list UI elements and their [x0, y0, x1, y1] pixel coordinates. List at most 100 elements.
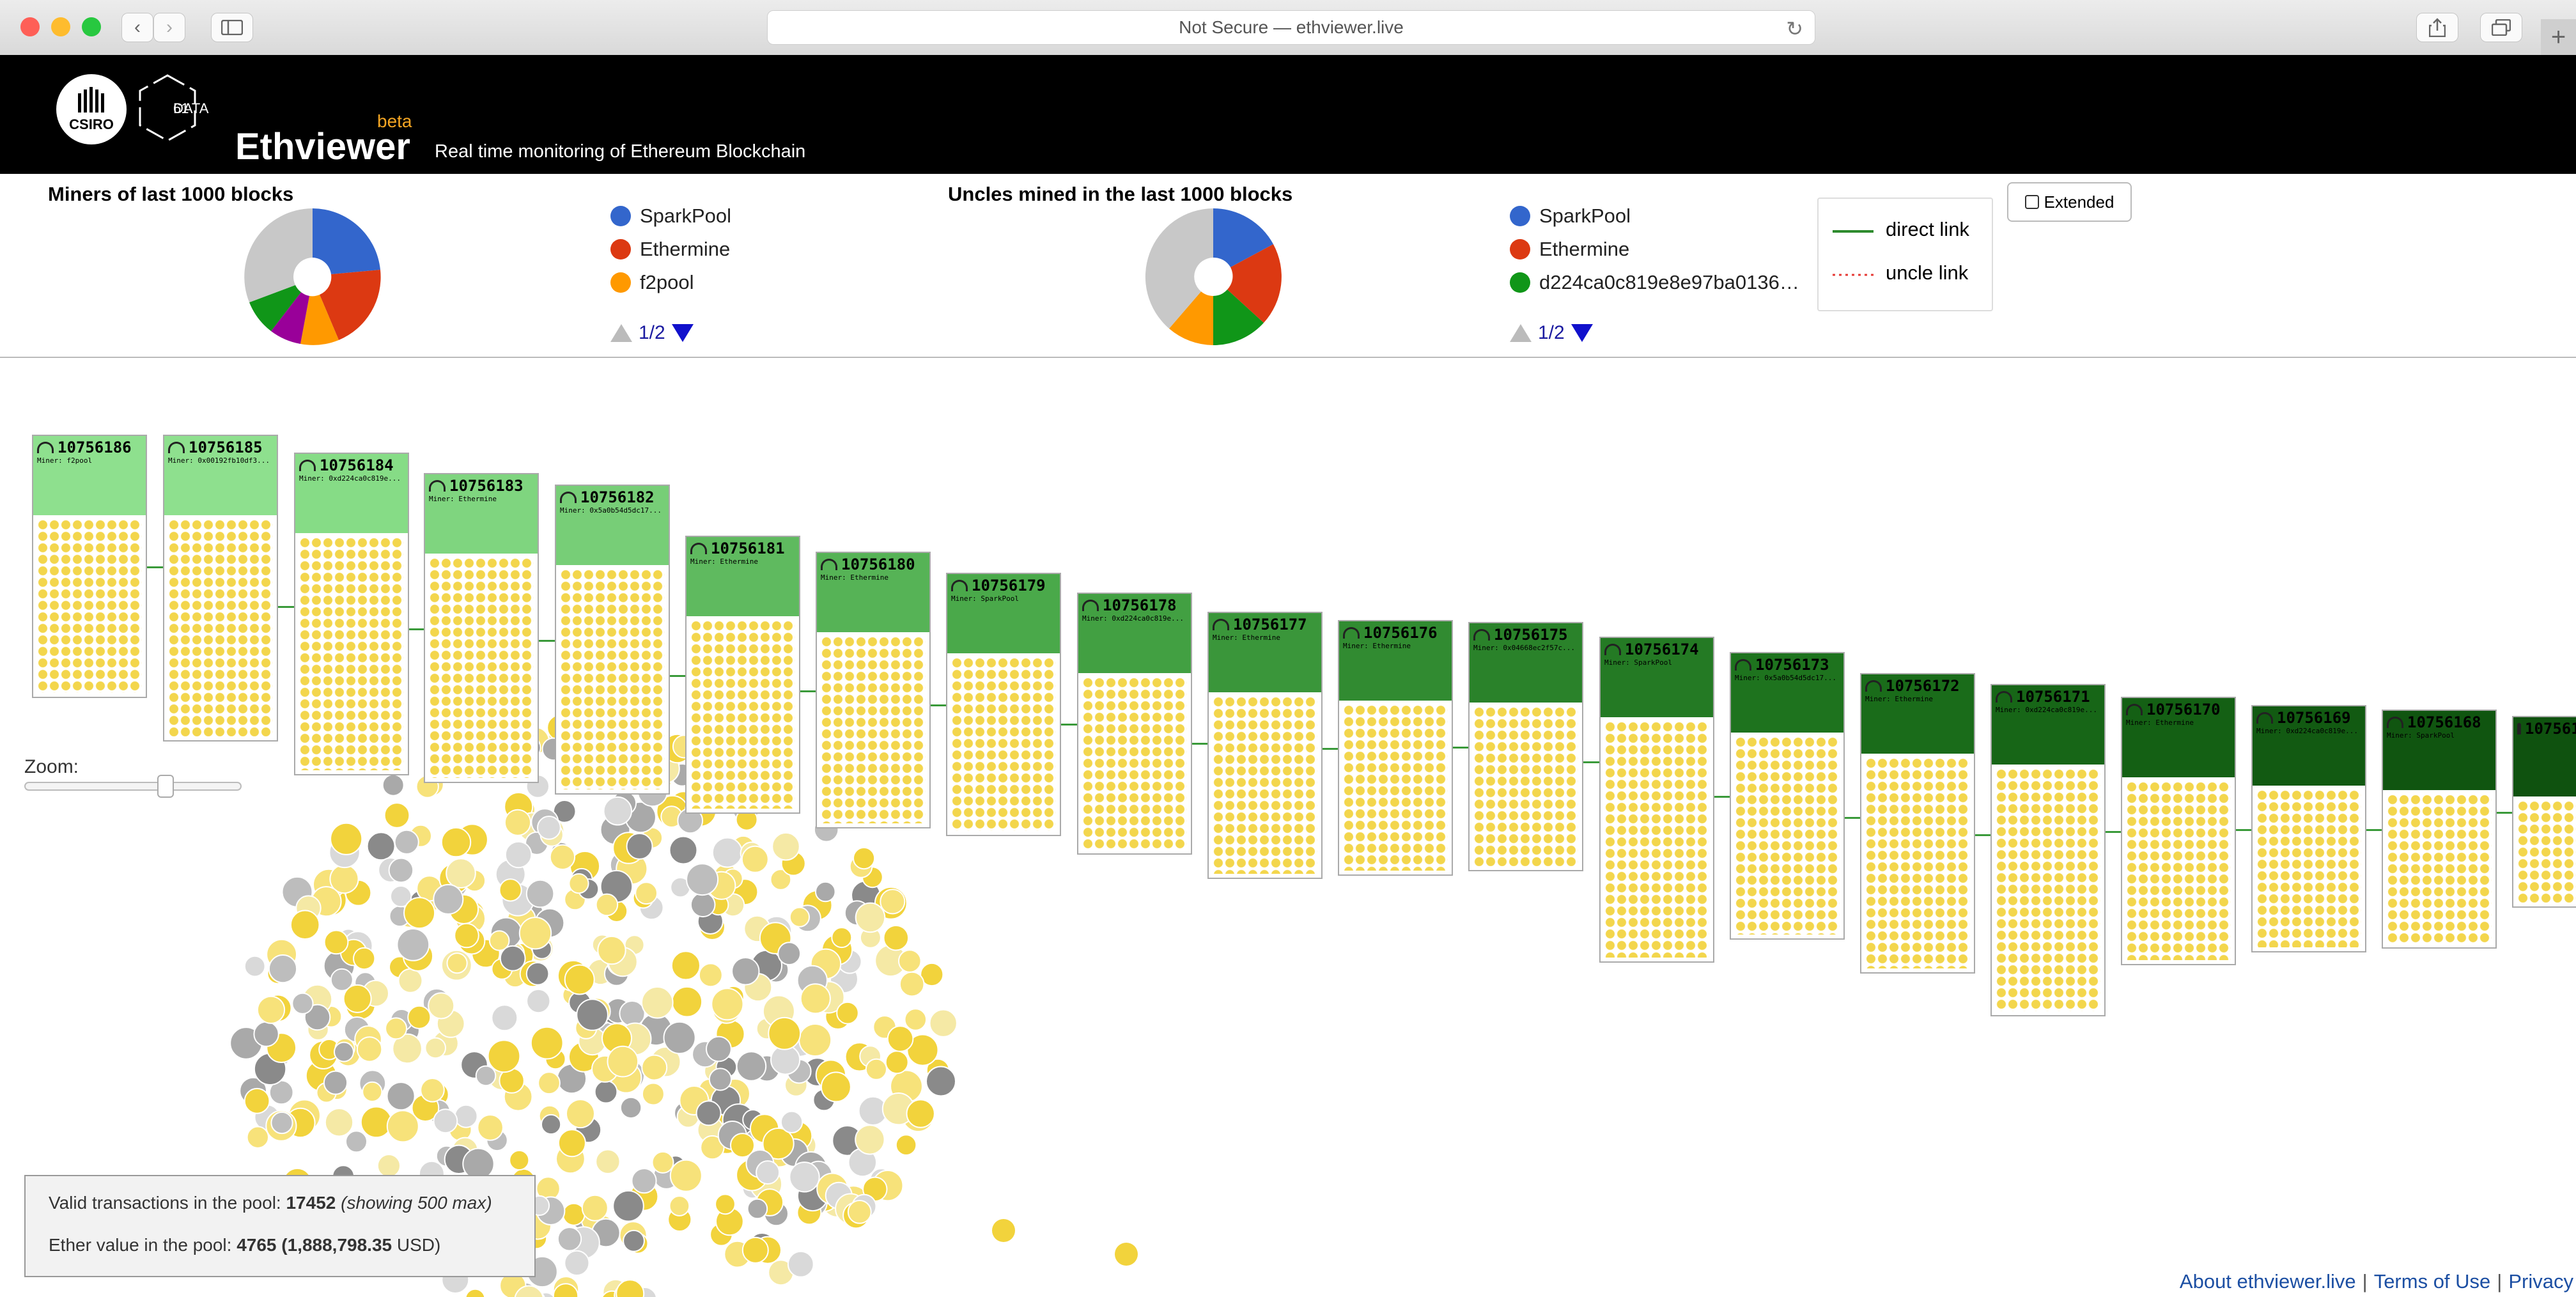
transaction-bubble[interactable]: [491, 1004, 518, 1032]
transaction-bubble[interactable]: [256, 995, 286, 1024]
transaction-bubble[interactable]: [747, 1198, 768, 1220]
transaction-bubble[interactable]: [323, 1070, 348, 1095]
transaction-bubble[interactable]: [446, 858, 476, 889]
transaction-bubble[interactable]: [253, 1021, 279, 1047]
transaction-bubble[interactable]: [904, 1008, 927, 1031]
block-card[interactable]: 10756173 Miner: 0x5a0b54d5dc17...: [1730, 652, 1845, 940]
transaction-bubble[interactable]: [538, 1071, 561, 1095]
transaction-bubble[interactable]: [268, 954, 298, 984]
transaction-bubble[interactable]: [992, 1219, 1015, 1242]
transaction-bubble[interactable]: [772, 832, 800, 861]
transaction-bubble[interactable]: [612, 1190, 644, 1222]
transaction-bubble[interactable]: [820, 1071, 851, 1103]
page-up-icon[interactable]: [610, 324, 632, 342]
block-card[interactable]: 10756186 Miner: f2pool: [32, 435, 147, 698]
transaction-bubble[interactable]: [518, 917, 552, 950]
address-bar[interactable]: Not Secure — ethviewer.live ↻: [767, 10, 1815, 45]
transaction-bubble[interactable]: [595, 893, 619, 917]
page-up-icon[interactable]: [1510, 324, 1532, 342]
transaction-bubble[interactable]: [855, 902, 886, 933]
transaction-bubble[interactable]: [815, 881, 836, 903]
forward-button[interactable]: ›: [153, 13, 185, 42]
block-card[interactable]: 10756167: [2512, 716, 2576, 908]
transaction-bubble[interactable]: [244, 1087, 270, 1114]
block-card[interactable]: 10756170 Miner: Ethermine: [2121, 697, 2236, 965]
block-card[interactable]: 10756181 Miner: Ethermine: [685, 536, 800, 814]
sidebar-button[interactable]: [211, 13, 253, 42]
transaction-bubble[interactable]: [641, 1054, 668, 1081]
transaction-bubble[interactable]: [385, 1017, 408, 1040]
transaction-bubble[interactable]: [465, 1288, 486, 1297]
transaction-bubble[interactable]: [741, 845, 769, 873]
transaction-bubble[interactable]: [635, 881, 658, 905]
transaction-bubble[interactable]: [623, 1229, 645, 1252]
transaction-bubble[interactable]: [360, 1106, 392, 1138]
transaction-bubble[interactable]: [695, 1100, 722, 1126]
data61-logo[interactable]: DATA 61: [137, 73, 208, 143]
transaction-bubble[interactable]: [398, 968, 423, 993]
transaction-bubble[interactable]: [698, 963, 723, 988]
transaction-bubble[interactable]: [330, 822, 363, 855]
transaction-bubble[interactable]: [386, 1082, 415, 1111]
transaction-bubble[interactable]: [631, 1168, 657, 1194]
transaction-bubble[interactable]: [899, 971, 925, 997]
transaction-bubble[interactable]: [475, 1065, 497, 1087]
transaction-bubble[interactable]: [756, 1160, 780, 1185]
about-link[interactable]: About ethviewer.live: [2180, 1270, 2356, 1293]
transaction-bubble[interactable]: [291, 992, 314, 1014]
transaction-bubble[interactable]: [715, 1193, 736, 1215]
transaction-bubble[interactable]: [362, 1081, 383, 1103]
transaction-bubble[interactable]: [564, 964, 595, 995]
block-card[interactable]: 10756176 Miner: Ethermine: [1338, 620, 1453, 876]
transaction-bubble[interactable]: [499, 878, 522, 902]
transaction-bubble[interactable]: [847, 1200, 872, 1224]
transaction-bubble[interactable]: [566, 1099, 595, 1129]
transaction-bubble[interactable]: [619, 1096, 642, 1119]
uncles-legend-item[interactable]: Ethermine: [1510, 238, 1629, 261]
transaction-bubble[interactable]: [686, 863, 719, 896]
transaction-bubble[interactable]: [619, 1000, 646, 1027]
close-window-button[interactable]: [20, 17, 40, 36]
transaction-bubble[interactable]: [557, 1129, 586, 1158]
block-card[interactable]: 10756183 Miner: Ethermine: [424, 473, 539, 783]
maximize-window-button[interactable]: [82, 17, 101, 36]
transaction-bubble[interactable]: [607, 1045, 639, 1078]
transaction-bubble[interactable]: [576, 998, 609, 1031]
transaction-bubble[interactable]: [906, 1099, 935, 1128]
transaction-bubble[interactable]: [1115, 1243, 1138, 1266]
transaction-bubble[interactable]: [353, 947, 376, 970]
transaction-bubble[interactable]: [669, 835, 698, 865]
block-card[interactable]: 10756178 Miner: 0xd224ca0c819e...: [1077, 593, 1192, 855]
transaction-bubble[interactable]: [537, 816, 561, 840]
block-card[interactable]: 10756182 Miner: 0x5a0b54d5dc17...: [555, 485, 670, 795]
transaction-bubble[interactable]: [244, 955, 266, 977]
extended-toggle[interactable]: Extended: [2007, 182, 2132, 222]
transaction-bubble[interactable]: [433, 883, 464, 915]
share-button[interactable]: [2416, 13, 2458, 42]
transaction-bubble[interactable]: [690, 892, 716, 918]
transaction-bubble[interactable]: [564, 1250, 590, 1277]
transaction-bubble[interactable]: [386, 1110, 419, 1143]
transaction-bubble[interactable]: [526, 988, 551, 1014]
csiro-logo[interactable]: CSIRO: [56, 74, 127, 144]
reload-icon[interactable]: ↻: [1786, 17, 1803, 41]
transaction-bubble[interactable]: [525, 962, 550, 986]
transaction-bubble[interactable]: [403, 897, 436, 929]
transaction-bubble[interactable]: [595, 1149, 621, 1174]
transaction-bubble[interactable]: [376, 1154, 401, 1178]
transaction-bubble[interactable]: [541, 1114, 562, 1135]
transaction-bubble[interactable]: [433, 1108, 458, 1134]
uncles-legend-item[interactable]: d224ca0c819e8e97ba0136…: [1510, 271, 1799, 294]
transaction-bubble[interactable]: [898, 949, 922, 973]
block-card[interactable]: 10756175 Miner: 0x04668ec2f57c...: [1468, 622, 1583, 871]
transaction-bubble[interactable]: [798, 1023, 832, 1057]
block-card[interactable]: 10756185 Miner: 0x00192fb10df3...: [163, 435, 278, 742]
zoom-slider-handle[interactable]: [157, 775, 174, 798]
transaction-bubble[interactable]: [509, 1149, 530, 1171]
transaction-bubble[interactable]: [454, 922, 479, 949]
transaction-bubble[interactable]: [641, 986, 674, 1019]
transaction-bubble[interactable]: [926, 1066, 956, 1097]
transaction-bubble[interactable]: [504, 809, 532, 836]
transaction-bubble[interactable]: [895, 1134, 917, 1156]
transaction-bubble[interactable]: [407, 1005, 431, 1030]
